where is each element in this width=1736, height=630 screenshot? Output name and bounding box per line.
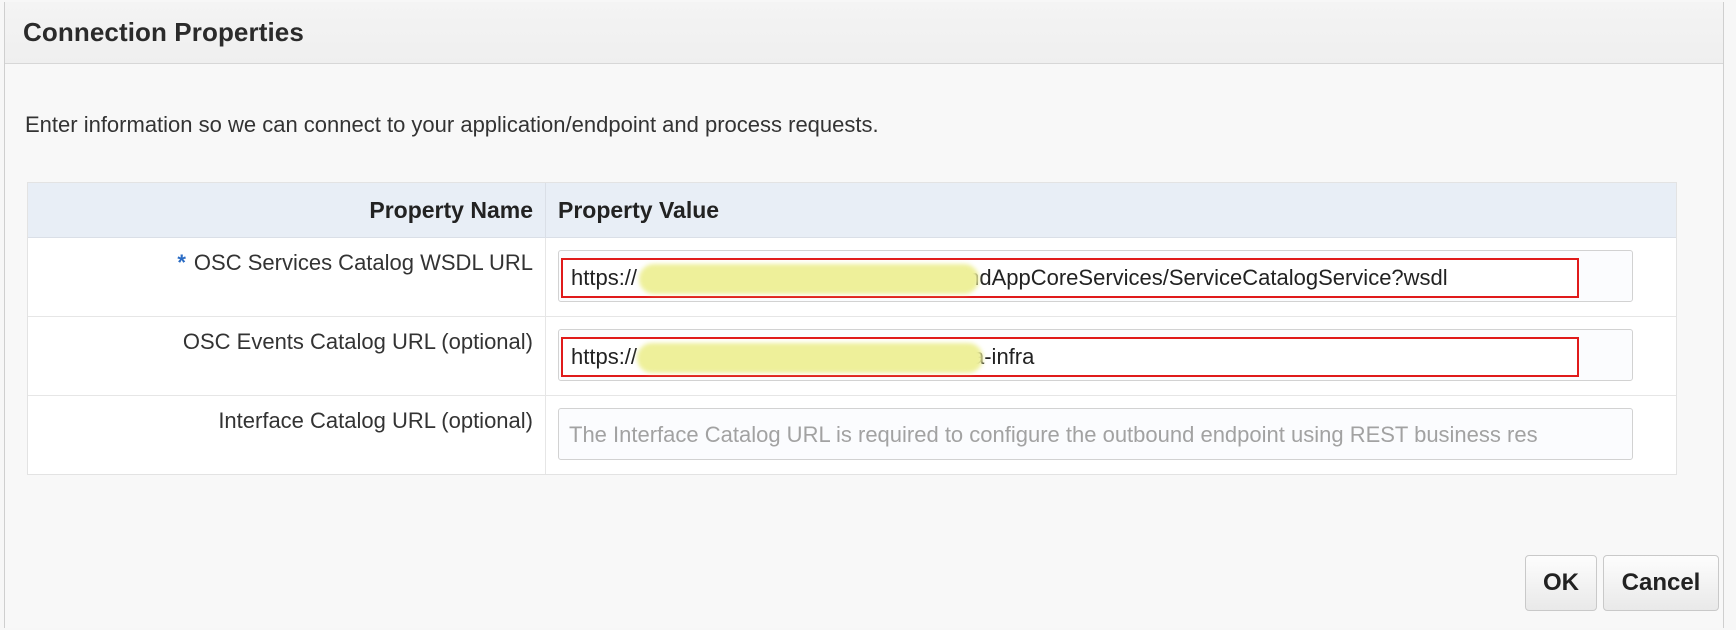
property-label: OSC Services Catalog WSDL URL bbox=[193, 250, 533, 275]
column-header-property-value: Property Value bbox=[558, 196, 720, 223]
table-row: Interface Catalog URL (optional) bbox=[28, 396, 1676, 474]
property-value-cell bbox=[546, 238, 1676, 316]
wsdl-url-input[interactable] bbox=[561, 258, 1579, 298]
properties-table: Property Name Property Value * OSC Servic… bbox=[27, 182, 1677, 475]
events-catalog-url-input[interactable] bbox=[561, 337, 1579, 377]
property-value-cell bbox=[546, 317, 1676, 395]
cancel-button[interactable]: Cancel bbox=[1603, 555, 1719, 611]
wsdl-url-field bbox=[558, 250, 1633, 302]
property-name-cell: Interface Catalog URL (optional) bbox=[28, 396, 546, 474]
events-catalog-url-field bbox=[558, 329, 1633, 381]
dialog-header: Connection Properties bbox=[5, 2, 1723, 64]
interface-catalog-url-input[interactable] bbox=[561, 415, 1626, 455]
table-row: * OSC Services Catalog WSDL URL bbox=[28, 238, 1676, 317]
property-label: Interface Catalog URL (optional) bbox=[218, 408, 533, 433]
dialog-intro-text: Enter information so we can connect to y… bbox=[25, 112, 879, 137]
interface-catalog-url-field bbox=[558, 408, 1633, 460]
column-header-property-name: Property Name bbox=[28, 183, 546, 237]
property-label: OSC Events Catalog URL (optional) bbox=[182, 329, 533, 354]
required-asterisk: * bbox=[177, 250, 186, 275]
property-value-cell bbox=[546, 396, 1676, 474]
property-name-cell: OSC Events Catalog URL (optional) bbox=[28, 317, 546, 395]
ok-button[interactable]: OK bbox=[1525, 555, 1597, 611]
dialog-title: Connection Properties bbox=[23, 17, 304, 47]
property-name-cell: * OSC Services Catalog WSDL URL bbox=[28, 238, 546, 316]
table-row: OSC Events Catalog URL (optional) bbox=[28, 317, 1676, 396]
properties-table-header: Property Name Property Value bbox=[28, 183, 1676, 238]
connection-properties-dialog: Connection Properties Enter information … bbox=[4, 2, 1724, 628]
